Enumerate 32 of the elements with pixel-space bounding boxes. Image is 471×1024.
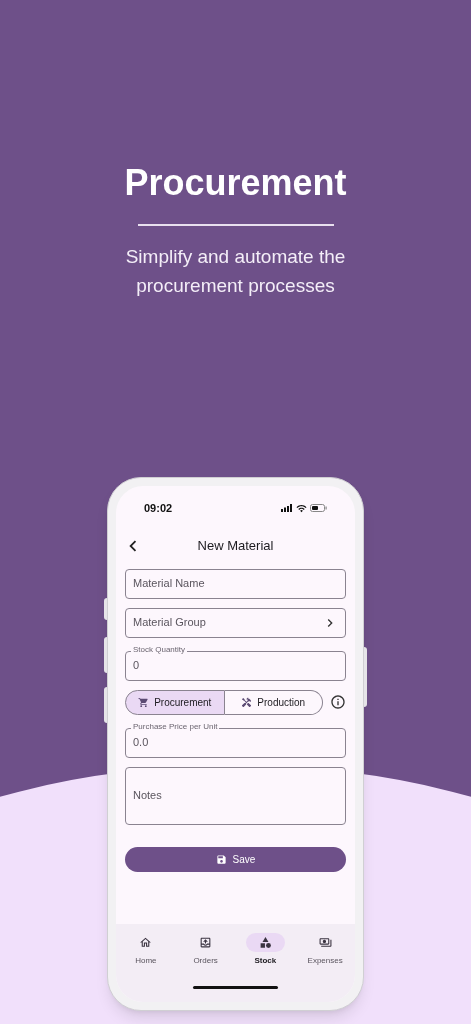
battery-icon — [310, 504, 327, 513]
inbox-icon — [199, 936, 213, 949]
status-time: 09:02 — [144, 501, 173, 516]
shapes-icon — [258, 936, 272, 949]
field-placeholder: Material Group — [133, 615, 206, 631]
notes-field[interactable]: Notes — [125, 766, 346, 825]
banknote-icon — [318, 936, 332, 949]
nav-item[interactable]: Stock — [235, 933, 296, 967]
field-label: Purchase Price per Unit — [131, 721, 220, 732]
field-label: Stock Quantity — [131, 644, 188, 655]
nav-item[interactable]: Home — [116, 933, 176, 967]
field-value: 0.0 — [133, 735, 149, 751]
info-icon[interactable] — [330, 694, 346, 710]
save-button[interactable]: Save — [125, 846, 346, 872]
text-field[interactable]: Material Name — [125, 568, 346, 599]
hero-subtitle: Simplify and automate the procurement processes — [124, 245, 347, 298]
field-value: 0 — [133, 658, 140, 674]
select-field[interactable]: Material Group — [125, 607, 346, 638]
wifi-icon — [296, 502, 307, 514]
cart-icon — [138, 696, 150, 708]
field-placeholder: Notes — [133, 788, 162, 804]
nav-item[interactable]: Orders — [175, 933, 236, 967]
nav-item[interactable]: Expenses — [295, 933, 355, 967]
save-icon — [215, 853, 227, 865]
home-icon — [139, 936, 153, 949]
screen-title: New Material — [197, 536, 274, 555]
segment-tab[interactable]: Procurement — [125, 689, 225, 715]
field-placeholder: Material Name — [133, 576, 205, 592]
segment-tab[interactable]: Production — [224, 689, 323, 715]
signal-icon — [281, 504, 293, 513]
tools-icon — [241, 696, 253, 708]
hero-title: Procurement — [124, 161, 347, 205]
